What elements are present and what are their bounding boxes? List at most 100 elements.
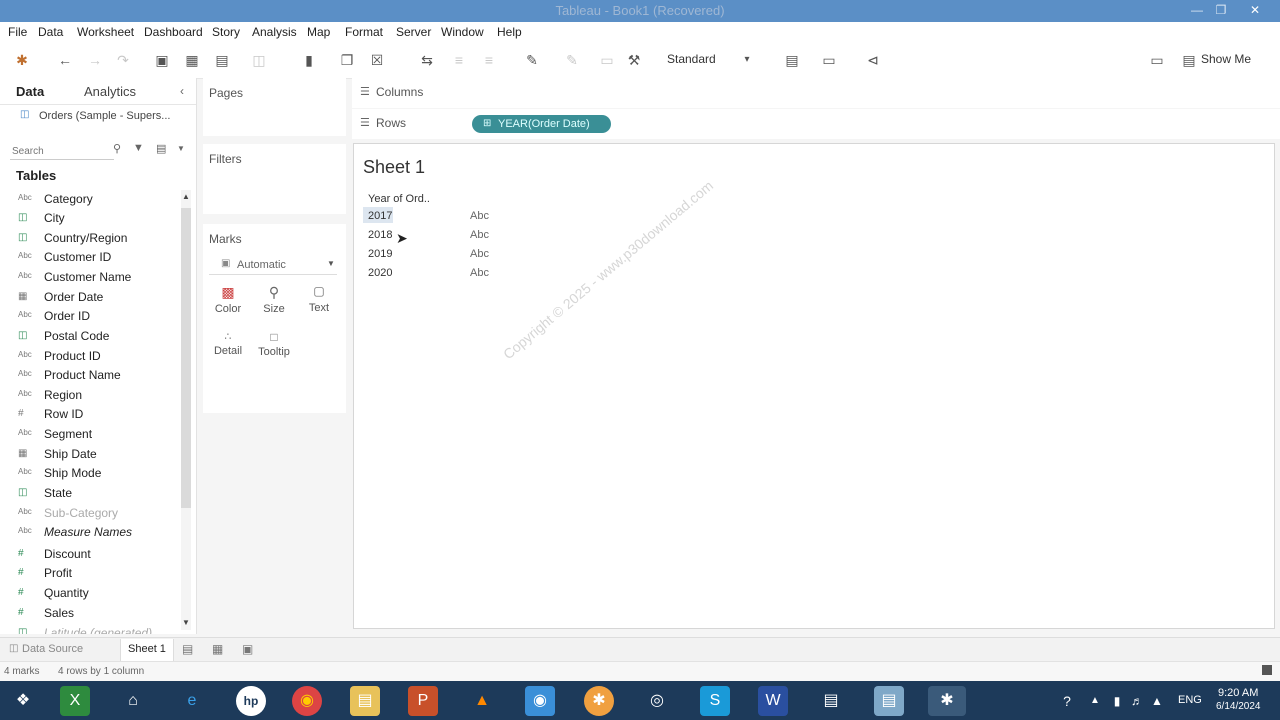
column-header[interactable]: Year of Ord.. [368, 193, 430, 205]
vlc-icon[interactable]: ▲ [467, 686, 497, 716]
row-year-2019[interactable]: 2019 [368, 248, 392, 260]
datasource-name[interactable]: Orders (Sample - Supers... [39, 110, 170, 122]
scroll-up-icon[interactable]: ▲ [182, 192, 190, 201]
pages-card[interactable]: Pages [203, 78, 346, 136]
row-year-2017[interactable]: 2017 [368, 210, 392, 222]
powerpoint-icon[interactable]: P [408, 686, 438, 716]
clear-sheet-icon[interactable]: ☒ [368, 51, 386, 69]
sheet-view[interactable]: Sheet 1 Year of Ord.. 2017 Abc 2018 Abc … [353, 143, 1275, 629]
app-icon[interactable]: ◉ [525, 686, 555, 716]
show-me-icon[interactable]: ▤ [1180, 51, 1198, 69]
excel-icon[interactable]: X [60, 686, 90, 716]
color-button[interactable]: ▩ Color [213, 284, 243, 324]
field-sub-category[interactable]: Abc Sub-Category [0, 505, 180, 524]
new-story-icon[interactable]: ▣ [242, 642, 253, 656]
hp-icon[interactable]: hp [236, 686, 266, 716]
show-cards-icon[interactable]: ▤ [783, 51, 801, 69]
text-button[interactable]: ▢ Text [304, 284, 334, 324]
tab-sheet-1[interactable]: Sheet 1 [128, 643, 166, 655]
word-icon[interactable]: W [758, 686, 788, 716]
size-button[interactable]: ⚲ Size [259, 284, 289, 324]
detail-button[interactable]: ∴ Detail [213, 330, 243, 370]
sort-desc-icon[interactable]: ≡ [480, 51, 498, 69]
search-input[interactable] [10, 143, 114, 160]
field-product-id[interactable]: Abc Product ID [0, 348, 180, 367]
field-region[interactable]: Abc Region [0, 387, 180, 406]
menu-worksheet[interactable]: Worksheet [77, 25, 134, 39]
field-order-id[interactable]: Abc Order ID [0, 308, 180, 327]
row-year-2020[interactable]: 2020 [368, 267, 392, 279]
new-worksheet-icon[interactable]: ▤ [182, 642, 193, 656]
show-me-button[interactable]: Show Me [1201, 52, 1251, 66]
menu-help[interactable]: Help [497, 25, 522, 39]
tableau-taskbar-icon[interactable]: ✱ [928, 686, 966, 716]
rows-pill-year-order-date[interactable]: ⊞ YEAR(Order Date) [472, 115, 611, 133]
app-icon[interactable]: ▤ [874, 686, 904, 716]
tab-data[interactable]: Data [16, 84, 44, 99]
menu-server[interactable]: Server [396, 25, 431, 39]
fit-chevron-down-icon[interactable]: ▾ [738, 51, 756, 69]
group-icon[interactable]: ✎ [563, 51, 581, 69]
back-icon[interactable]: ← [56, 51, 74, 69]
tab-analytics[interactable]: Analytics [84, 84, 136, 99]
app-icon[interactable]: ✱ [584, 686, 614, 716]
scroll-down-icon[interactable]: ▼ [182, 618, 190, 627]
new-dashboard-icon[interactable]: ▦ [212, 642, 223, 656]
chrome-icon[interactable]: ◉ [292, 686, 322, 716]
new-worksheet-icon[interactable]: ▤ [213, 51, 231, 69]
tableau-logo-icon[interactable]: ✱ [13, 51, 31, 69]
field-profit[interactable]: # Profit [0, 565, 180, 584]
chevron-down-icon[interactable]: ▼ [177, 144, 185, 153]
filter-icon[interactable]: ▼ [133, 142, 144, 154]
sort-asc-icon[interactable]: ≡ [450, 51, 468, 69]
filters-card[interactable]: Filters [203, 144, 346, 214]
field-ship-date[interactable]: ▦ Ship Date [0, 446, 180, 465]
highlight-icon[interactable]: ✎ [523, 51, 541, 69]
field-row-id[interactable]: # Row ID [0, 406, 180, 425]
pin-icon[interactable]: ⚒ [625, 51, 643, 69]
language-indicator[interactable]: ENG [1178, 694, 1202, 706]
field-product-name[interactable]: Abc Product Name [0, 367, 180, 386]
field-quantity[interactable]: # Quantity [0, 585, 180, 604]
field-measure-names[interactable]: Abc Measure Names [0, 524, 180, 543]
field-segment[interactable]: Abc Segment [0, 426, 180, 445]
mark-type-dropdown[interactable]: ▣ Automatic ▼ [209, 256, 337, 275]
field-city[interactable]: ◫ City [0, 210, 180, 229]
presentation-icon[interactable]: ▭ [820, 51, 838, 69]
row-year-2018[interactable]: 2018 [368, 229, 392, 241]
field-order-date[interactable]: ▦ Order Date [0, 289, 180, 308]
forward-icon[interactable]: → [86, 51, 104, 69]
windows-start-icon[interactable]: ❖ [8, 686, 38, 716]
field-customer-name[interactable]: Abc Customer Name [0, 269, 180, 288]
app-icon[interactable]: ◎ [642, 686, 672, 716]
field-customer-id[interactable]: Abc Customer ID [0, 249, 180, 268]
clock-time[interactable]: 9:20 AM [1218, 687, 1258, 699]
menu-analysis[interactable]: Analysis [252, 25, 297, 39]
tab-data-source[interactable]: Data Source [22, 643, 83, 655]
field-postal-code[interactable]: ◫ Postal Code [0, 328, 180, 347]
network-icon[interactable]: ▲ [1142, 686, 1172, 716]
duplicate-icon[interactable]: ❐ [338, 51, 356, 69]
fit-dropdown[interactable]: Standard [667, 52, 716, 66]
columns-shelf[interactable]: ☰ Columns [352, 78, 1280, 108]
menu-story[interactable]: Story [212, 25, 240, 39]
field-country-region[interactable]: ◫ Country/Region [0, 230, 180, 249]
restore-icon[interactable]: ❐ [1208, 0, 1234, 22]
app-icon[interactable]: ▤ [816, 686, 846, 716]
tooltip-button[interactable]: □ Tooltip [256, 330, 292, 370]
comment-icon[interactable]: ▭ [1148, 51, 1166, 69]
presentation-mode-icon[interactable] [1262, 665, 1272, 675]
clock-date[interactable]: 6/14/2024 [1216, 701, 1261, 712]
labels-icon[interactable]: ▭ [598, 51, 616, 69]
view-options-icon[interactable]: ▤ [156, 142, 166, 155]
field-ship-mode[interactable]: Abc Ship Mode [0, 465, 180, 484]
save-icon[interactable]: ▣ [153, 51, 171, 69]
scroll-thumb[interactable] [181, 208, 191, 508]
skype-icon[interactable]: S [700, 686, 730, 716]
share-icon[interactable]: ⊲ [864, 51, 882, 69]
menu-data[interactable]: Data [38, 25, 63, 39]
cell-value[interactable]: Abc [470, 248, 489, 260]
menu-window[interactable]: Window [441, 25, 484, 39]
close-icon[interactable]: ✕ [1242, 0, 1268, 22]
menu-map[interactable]: Map [307, 25, 330, 39]
